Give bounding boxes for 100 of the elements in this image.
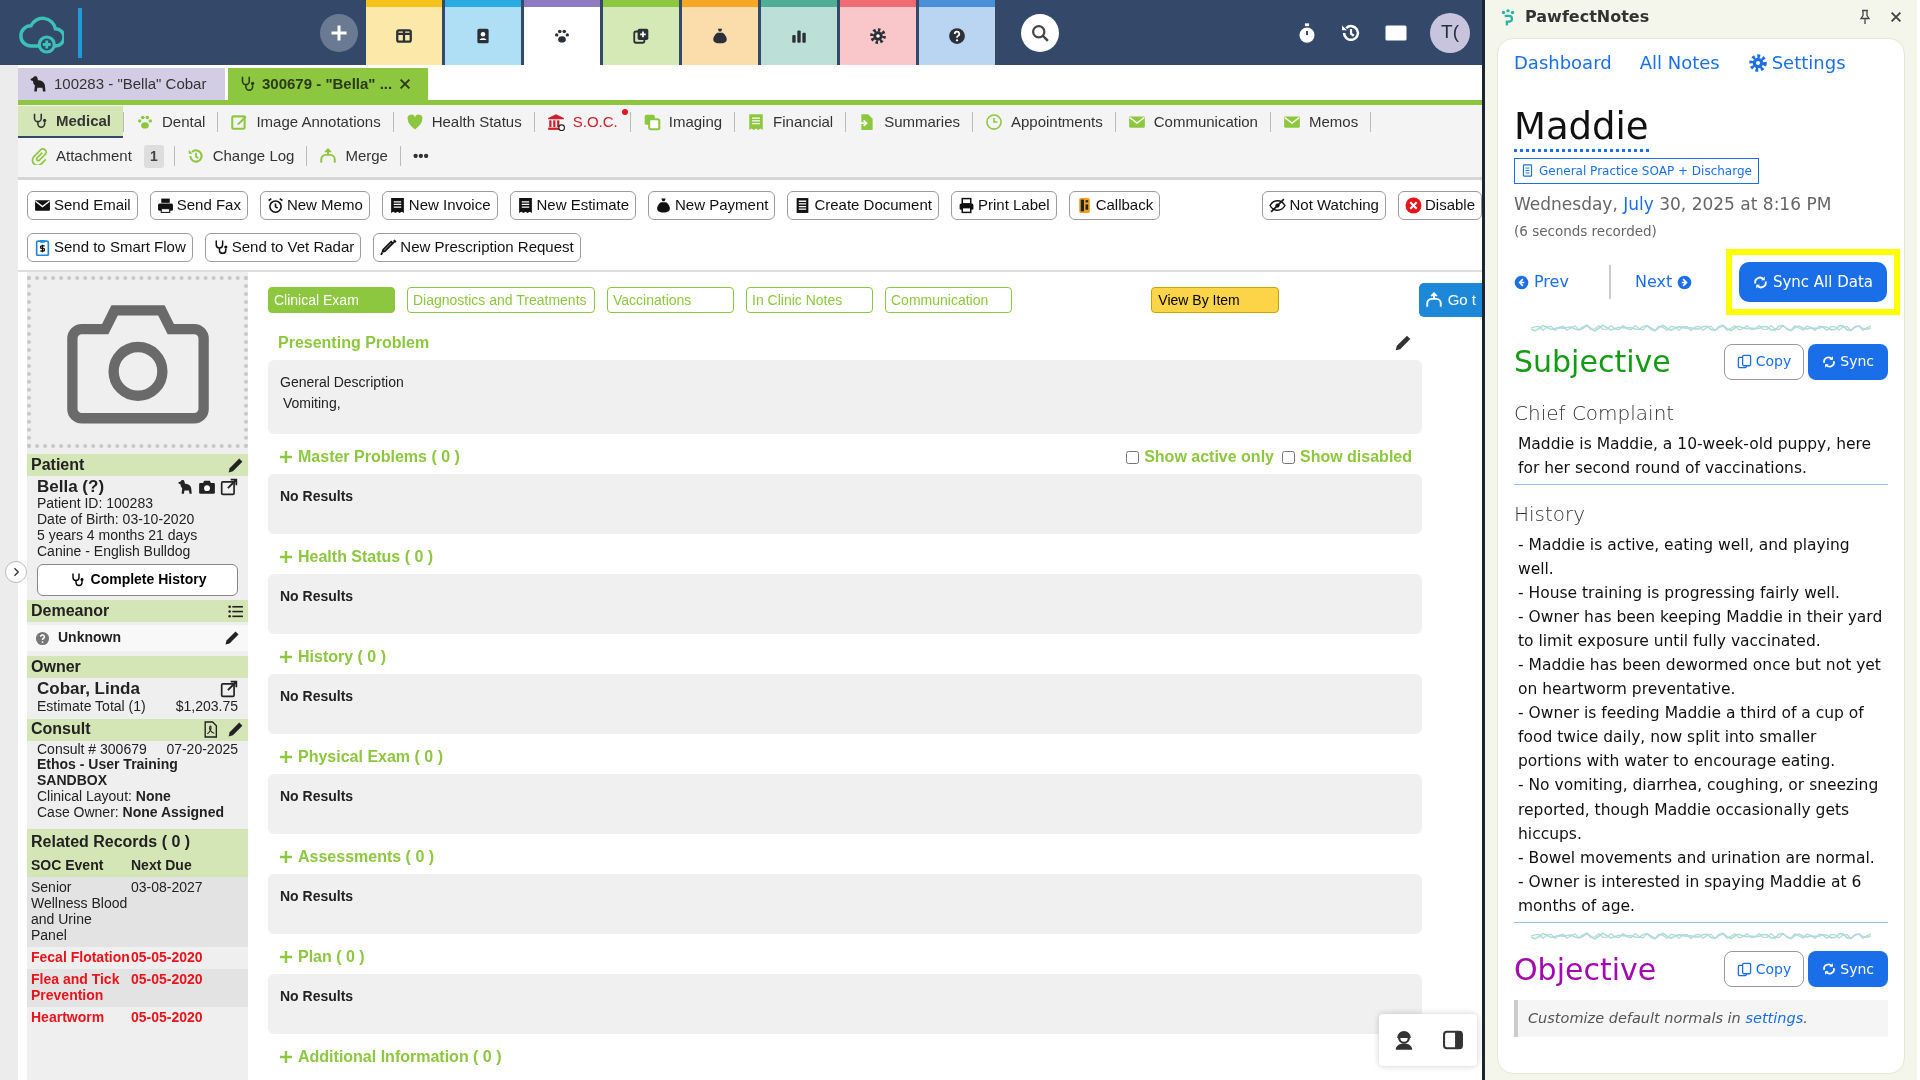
go-to-button[interactable]: Go t — [1418, 283, 1482, 317]
empty-message: No Results — [280, 587, 355, 606]
field-label: History — [1514, 501, 1587, 529]
sync-icon — [1752, 274, 1768, 290]
note-text: - Owner has been keeping Maddie in their yard to limit exposure until fully vaccinated. — [1518, 607, 1884, 653]
copy-button[interactable]: Copy — [1723, 343, 1805, 380]
arrow-left-circle-icon — [1514, 274, 1529, 290]
nav-tab[interactable]: S.O.C. — [534, 106, 630, 138]
nav-tool[interactable]: Merge — [307, 140, 400, 172]
checkbox-label: Show disabled — [1300, 447, 1412, 467]
empty-message: No Results — [280, 987, 355, 1006]
action-button[interactable]: Send to Vet Radar — [204, 232, 362, 262]
sync-all-button[interactable]: Sync All Data — [1738, 262, 1887, 303]
module-tile[interactable] — [444, 0, 521, 65]
action-button[interactable]: Send Fax — [149, 190, 248, 220]
action-button[interactable]: Callback — [1068, 190, 1161, 220]
search-icon — [1029, 22, 1050, 43]
nav-link[interactable]: All Notes — [1639, 49, 1720, 76]
module-tile[interactable] — [602, 0, 679, 65]
nav-tab[interactable]: Image Annotations — [218, 106, 393, 138]
nav-tab[interactable]: Financial — [735, 106, 846, 138]
estimate-value: $1,203.75 — [175, 698, 238, 715]
help-icon — [947, 27, 966, 45]
due-date-cell-text: 05-05-2020 — [131, 950, 204, 966]
empty-message: No Results — [280, 787, 355, 806]
action-button[interactable]: Disable — [1397, 190, 1482, 220]
action-button[interactable]: New Payment — [648, 190, 776, 220]
columns-icon — [394, 27, 413, 45]
nav-tab[interactable]: Summaries — [846, 106, 972, 138]
close-circle-icon — [1404, 196, 1422, 214]
dog-icon — [28, 74, 48, 94]
note-text: - Maddie is active, eating well, and playing well. — [1518, 535, 1851, 581]
checkbox[interactable] — [1282, 450, 1295, 464]
nav-tab[interactable]: Communication — [1115, 106, 1270, 138]
nav-link[interactable]: Settings — [1747, 49, 1846, 76]
invoice-icon — [388, 196, 406, 214]
next-link[interactable]: Next — [1634, 270, 1693, 295]
user-avatar[interactable]: T( — [1430, 12, 1470, 53]
eye-slash-icon — [1269, 196, 1287, 214]
checkbox-label: Show active only — [1144, 447, 1274, 467]
patient-name: Bella (?) — [37, 477, 105, 497]
pin-button[interactable] — [1857, 9, 1873, 25]
section-title: Patient — [31, 455, 85, 475]
action-button[interactable]: Not Watching — [1262, 190, 1386, 220]
nav-tab[interactable]: Medical — [18, 106, 124, 138]
fax-icon — [156, 196, 174, 214]
action-button[interactable]: Send to Smart Flow — [27, 232, 193, 262]
nav-tab[interactable]: Memos — [1270, 106, 1371, 138]
receipt-icon — [747, 113, 766, 131]
module-tile[interactable] — [760, 0, 837, 65]
module-tile[interactable] — [918, 0, 995, 65]
add-button[interactable] — [319, 13, 358, 52]
app-title: PawfectNotes — [1525, 6, 1650, 28]
sync-button[interactable]: Sync — [1808, 343, 1888, 380]
nav-tab[interactable]: Appointments — [973, 106, 1115, 138]
module-tile[interactable] — [365, 0, 442, 65]
copy-button[interactable]: Copy — [1723, 951, 1805, 988]
record-tab[interactable]: 100283 - "Bella" Cobar — [18, 68, 225, 100]
search-button[interactable] — [1020, 13, 1059, 52]
nav-tab[interactable]: Imaging — [630, 106, 735, 138]
sync-button[interactable]: Sync — [1808, 951, 1888, 988]
prev-link[interactable]: Prev — [1514, 270, 1569, 295]
action-button[interactable]: Create Document — [787, 190, 939, 220]
consult-number: Consult # 300679 — [37, 741, 147, 758]
envelope-icon — [1127, 113, 1146, 131]
nav-tool[interactable]: Change Log — [174, 140, 307, 172]
more-button[interactable]: ••• — [400, 140, 441, 172]
soc-event-cell-text: Heartworm — [31, 1009, 106, 1026]
due-date-cell-text: 03-08-2027 — [131, 880, 204, 898]
module-tile[interactable] — [523, 0, 600, 65]
action-button[interactable]: New Estimate — [509, 190, 637, 220]
close-button[interactable] — [1889, 10, 1903, 24]
action-button[interactable]: Print Label — [950, 190, 1057, 220]
action-button[interactable]: New Invoice — [381, 190, 498, 220]
section-title: Subjective — [1514, 343, 1671, 382]
photo-placeholder[interactable] — [27, 276, 248, 448]
nav-tool[interactable]: Attachment — [18, 140, 144, 172]
module-tile[interactable] — [681, 0, 758, 65]
expand-button[interactable] — [5, 561, 27, 583]
sync-icon — [1822, 962, 1837, 977]
template-tag[interactable]: General Practice SOAP + Discharge — [1514, 157, 1759, 184]
nav-tab[interactable]: Dental — [124, 106, 218, 138]
checkbox[interactable] — [1126, 450, 1140, 464]
note-text: - House training is progressing fairly well. — [1518, 583, 1841, 605]
action-button[interactable]: Send Email — [27, 190, 138, 220]
action-button[interactable]: New Memo — [259, 190, 370, 220]
section-heading: Presenting Problem — [278, 333, 430, 353]
document-icon — [1521, 164, 1534, 178]
field-label: Chief Complaint — [1514, 400, 1676, 428]
record-tab[interactable]: 300679 - "Bella" ... — [228, 68, 428, 100]
complete-history-button[interactable]: Complete History — [37, 564, 238, 597]
nav-link[interactable]: Dashboard — [1514, 49, 1612, 76]
module-tile[interactable] — [839, 0, 916, 65]
month-link[interactable]: July — [1623, 193, 1654, 214]
side-panel-button[interactable] — [1441, 1029, 1464, 1051]
action-button[interactable]: New Prescription Request — [373, 232, 581, 262]
view-by-item-button[interactable]: View By Item — [1151, 287, 1280, 313]
sync-icon — [1822, 354, 1837, 369]
problem-text: Vomiting, — [282, 394, 342, 413]
nav-tab[interactable]: Health Status — [393, 106, 534, 138]
